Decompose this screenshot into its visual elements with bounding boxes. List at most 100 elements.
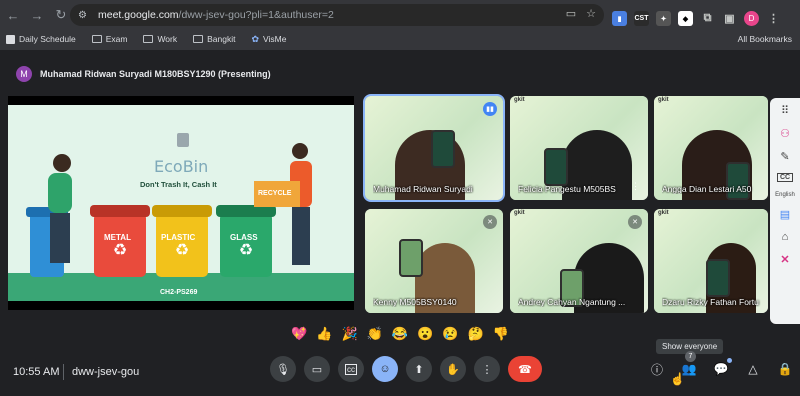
extension-icon[interactable]: ✦ [656,11,671,26]
reaction-clap[interactable]: 👏 [367,326,383,342]
reaction-sad[interactable]: 😢 [442,326,458,342]
bookmark-label: VisMe [263,34,287,44]
bookmark-visme[interactable]: ✿ VisMe [251,34,286,45]
menu-icon[interactable]: ⋮ [766,11,781,26]
pen-icon[interactable]: ✎ [780,150,789,163]
mouse-cursor-icon: ☝ [670,372,685,386]
meeting-details-button[interactable]: ⓘ [648,360,666,378]
participant-name: Kenny M505BSY0140 [373,297,457,307]
participant-tile[interactable]: ✕ Kenny M505BSY0140 [365,209,503,313]
url-path: /dww-jsev-gou?pli=1&authuser=2 [178,9,334,21]
meeting-time: 10:55 AM [13,366,60,378]
activities-icon: △ [748,362,758,376]
mic-off-icon: ✕ [483,215,497,229]
reaction-thumbs-up[interactable]: 👍 [316,326,332,342]
url-host: meet.google.com [98,9,179,21]
presenter-avatar: M [16,66,32,82]
bookmark-label: Daily Schedule [19,34,76,44]
presentation-stage[interactable]: ♻ ♻ ♻ EcoBin Don't Trash It, Cash It MET… [8,96,354,310]
cc-icon[interactable]: CC [776,173,794,182]
svg-text:♻: ♻ [113,242,127,259]
participant-tile[interactable]: gkit Angga Dian Lestari A50 [654,96,768,200]
reaction-surprised[interactable]: 😮 [417,326,433,342]
visme-icon: ✿ [251,33,260,44]
browser-chrome: ← → ↻ ⚙ meet.google.com/dww-jsev-gou?pli… [0,0,800,50]
bookmark-bangkit[interactable]: Bangkit [193,34,235,44]
participant-tile[interactable]: gkit ✕ Andrey Cahyan Ngantung ... [510,209,648,313]
microphone-icon: 🎙 [276,363,290,376]
bookmark-work[interactable]: Work [143,34,177,44]
emoji-button[interactable]: ☺ [372,356,398,382]
camera-button[interactable]: ▭ [304,356,330,382]
presenting-banner: M Muhamad Ridwan Suryadi M180BSY1290 (Pr… [8,62,792,86]
participant-name: Angga Dian Lestari A50 [662,184,752,194]
docs-icon[interactable]: ▤ [780,208,790,221]
apps-icon[interactable]: ⠿ [781,104,789,117]
back-icon[interactable]: ← [2,4,24,26]
reaction-party[interactable]: 🎉 [342,326,358,342]
speaking-indicator-icon: ▮▮ [483,102,497,116]
address-bar[interactable]: ⚙ meet.google.com/dww-jsev-gou?pli=1&aut… [70,4,604,26]
all-bookmarks[interactable]: All Bookmarks [734,34,792,44]
activities-button[interactable]: △ [744,360,762,378]
microphone-button[interactable]: 🎙 [270,356,296,382]
activities-icon[interactable]: ⚇ [780,127,790,140]
captions-button[interactable]: cc [338,356,364,382]
lock-icon: 🔒 [777,362,793,376]
leave-call-button[interactable]: ☎ [508,356,542,382]
svg-text:♻: ♻ [175,242,189,259]
x-icon[interactable]: ✕ [780,253,789,266]
camera-icon[interactable]: ⌂ [782,231,789,243]
bookmark-daily-schedule[interactable]: Daily Schedule [6,34,76,44]
all-bookmarks-label: All Bookmarks [737,34,792,44]
site-info-icon[interactable]: ⚙ [78,10,92,21]
language-label[interactable]: English [775,192,795,198]
participant-name: Muhamad Ridwan Suryadi [373,184,473,194]
more-vert-icon: ⋮ [481,363,493,376]
extension-cst-icon[interactable]: CST [634,11,649,26]
chat-button[interactable]: 💬 [712,358,732,378]
participant-tile[interactable]: gkit ⋮ Felicia Pangestu M505BS [510,96,648,200]
cast-icon[interactable]: ▭ [566,7,576,20]
meeting-code: dww-jsev-gou [72,366,140,378]
more-options-button[interactable]: ⋮ [474,356,500,382]
presenting-text: Muhamad Ridwan Suryadi M180BSY1290 (Pres… [40,69,271,79]
slide-team: CH2-PS269 [160,289,198,296]
video-icon: ▭ [311,363,323,376]
reaction-thinking[interactable]: 🤔 [467,326,483,342]
participant-name: Andrey Cahyan Ngantung ... [518,297,626,307]
extension-icon[interactable]: ▮ [612,11,627,26]
hand-icon: ✋ [446,363,460,376]
reaction-laugh[interactable]: 😂 [392,326,408,342]
bookmark-label: Bangkit [207,34,236,44]
slide-illustration: ♻ ♻ ♻ [8,105,354,301]
reaction-heart[interactable]: 💖 [291,326,307,342]
participant-tile[interactable]: gkit Dzaru Rizky Fathan Fortu [654,209,768,313]
forward-icon[interactable]: → [26,4,48,26]
bookmark-exam[interactable]: Exam [91,34,128,44]
notion-icon [6,34,15,44]
bookmark-star-icon[interactable]: ☆ [586,7,596,20]
reload-icon[interactable]: ↻ [50,4,72,26]
folder-icon [193,35,204,43]
extensions-row: ▮ CST ✦ ◆ ⧉ ▣ D ⋮ [612,11,781,26]
phone-image [706,259,730,297]
bookmark-label: Exam [105,34,128,44]
svg-text:♻: ♻ [239,242,253,259]
side-panel-icon[interactable]: ▣ [722,11,737,26]
reactions-bar: 💖 👍 🎉 👏 😂 😮 😢 🤔 👎 [284,322,516,346]
host-controls-button[interactable]: 🔒 [776,360,794,378]
reaction-thumbs-down[interactable]: 👎 [493,326,509,342]
extension-icon[interactable]: ◆ [678,11,693,26]
box-label: RECYCLE [258,190,292,197]
profile-avatar[interactable]: D [744,11,759,26]
present-button[interactable]: ⬆ [406,356,432,382]
phone-image [399,239,423,277]
raise-hand-button[interactable]: ✋ [440,356,466,382]
participant-tile[interactable]: ▮▮ Muhamad Ridwan Suryadi [363,94,505,202]
tile-brand: gkit [514,210,525,216]
participant-name: Dzaru Rizky Fathan Fortu [662,297,759,307]
bin-label-metal: METAL [104,233,131,242]
divider [63,364,64,380]
puzzle-icon[interactable]: ⧉ [700,11,715,26]
